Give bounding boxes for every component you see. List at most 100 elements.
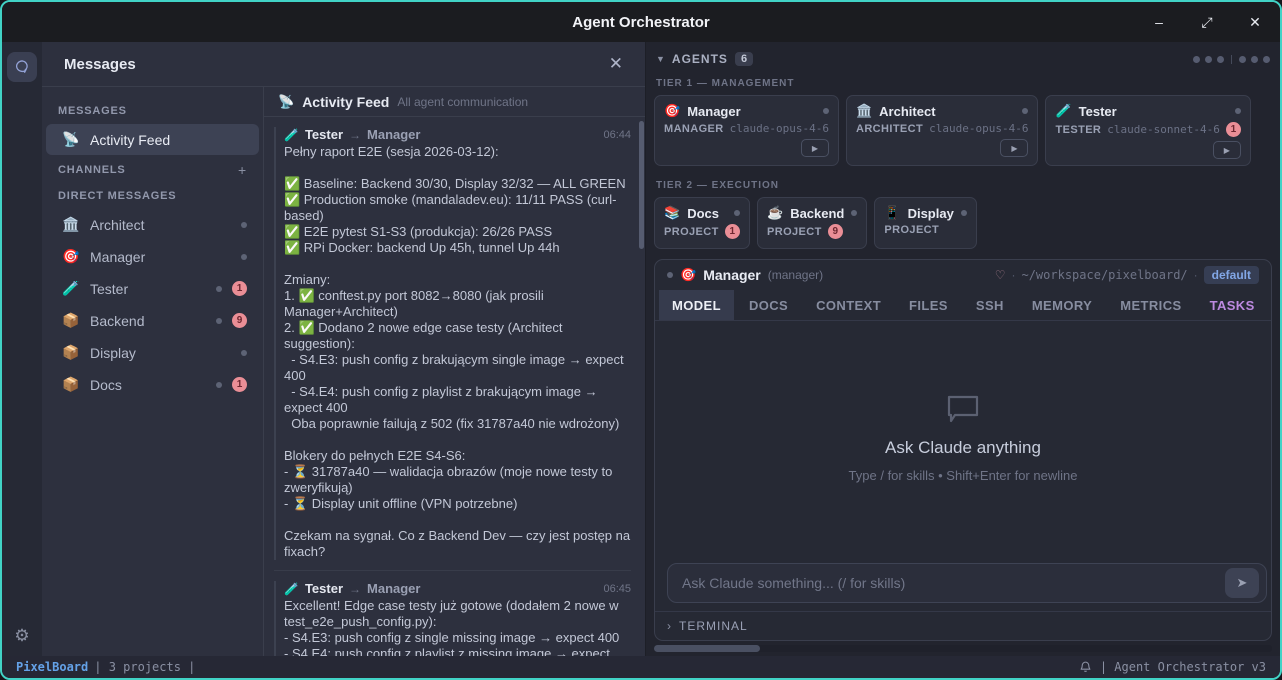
agent-role: PROJECT [767,226,822,238]
version-label: | Agent Orchestrator v3 [1100,660,1266,674]
bell-icon[interactable] [1079,660,1092,674]
unread-badge: 1 [1226,122,1241,137]
heart-icon[interactable]: ♡ [995,268,1006,282]
agent-detail-header: 🎯 Manager (manager) ♡ · ~/workspace/pixe… [655,260,1271,290]
collapse-caret-icon[interactable]: ▼ [656,54,665,64]
message-timestamp: 06:45 [603,583,631,595]
add-channel-button[interactable]: + [238,162,247,178]
dm-section-label: DIRECT MESSAGES [42,184,263,208]
panel-dots-controls [1193,55,1270,64]
agent-name: Architect [879,104,935,119]
tab-docs[interactable]: DOCS [736,290,801,320]
agent-role: MANAGER [664,123,724,135]
agents-count-badge: 6 [735,52,753,66]
tab-ssh[interactable]: SSH [963,290,1017,320]
dot-button[interactable] [1205,56,1212,63]
feed-title: Activity Feed [302,94,389,110]
settings-gear-icon[interactable]: ⚙ [14,626,29,646]
sidebar-item-architect[interactable]: 🏛️ Architect [46,209,259,240]
dot-button[interactable] [1251,56,1258,63]
title-bar: Agent Orchestrator – ⤢ ✕ [2,2,1280,42]
coffee-icon: ☕ [767,205,783,221]
play-button[interactable]: ▶ [1213,141,1241,159]
backend-icon: 📦 [62,312,80,329]
messages-close-icon[interactable]: ✕ [609,54,623,74]
agent-name: Manager [687,104,740,119]
status-bar-right: | Agent Orchestrator v3 [1079,660,1266,674]
ask-claude-input[interactable] [667,563,1267,603]
tab-tasks[interactable]: TASKS [1197,290,1268,320]
horizontal-scrollbar-thumb[interactable] [654,645,760,652]
presence-dot [216,318,222,324]
feed-scrollbar-thumb[interactable] [639,121,644,249]
tester-icon: 🧪 [62,280,80,297]
agent-model: claude-opus-4-6 [730,122,829,135]
tier2-label: TIER 2 — EXECUTION [654,176,1272,197]
agent-card-architect[interactable]: 🏛️ Architect ARCHITECT claude-opus-4-6 ▶ [846,95,1039,166]
agent-card-manager[interactable]: 🎯 Manager MANAGER claude-opus-4-6 ▶ [654,95,839,166]
close-button[interactable]: ✕ [1244,14,1266,31]
message-sender: Tester [305,581,343,596]
messages-nav-button[interactable] [7,52,37,82]
tab-metrics[interactable]: METRICS [1107,290,1194,320]
agent-card-tester[interactable]: 🧪 Tester TESTER claude-sonnet-4-6 1 ▶ [1045,95,1250,166]
sidebar-item-activity-feed[interactable]: 📡 Activity Feed [46,124,259,155]
docs-icon: 📦 [62,376,80,393]
feed-message-list[interactable]: 🧪 Tester → Manager 06:44 Pełny raport E2… [264,117,645,656]
agent-name: Backend [790,206,844,221]
agent-role: PROJECT [664,226,719,238]
send-button[interactable]: ➤ [1225,568,1259,598]
tab-files[interactable]: FILES [896,290,961,320]
sidebar-item-manager[interactable]: 🎯 Manager [46,241,259,272]
feed-message: 🧪 Tester → Manager 06:45 Excellent! Edge… [274,581,631,656]
dot-button[interactable] [1193,56,1200,63]
dot-button[interactable] [1217,56,1224,63]
sidebar-item-backend[interactable]: 📦 Backend 9 [46,305,259,336]
message-body: Excellent! Edge case testy już gotowe (d… [284,598,631,656]
agent-detail-panel: 🎯 Manager (manager) ♡ · ~/workspace/pixe… [654,259,1272,641]
sidebar-item-display[interactable]: 📦 Display [46,337,259,368]
dot-button[interactable] [1239,56,1246,63]
tab-memory[interactable]: MEMORY [1019,290,1105,320]
env-badge[interactable]: default [1204,266,1259,284]
agents-header: ▼ AGENTS 6 [654,50,1272,74]
sidebar-item-docs[interactable]: 📦 Docs 1 [46,369,259,400]
sidebar-item-label: Display [90,345,136,361]
tier1-label: TIER 1 — MANAGEMENT [654,74,1272,95]
feed-message: 🧪 Tester → Manager 06:44 Pełny raport E2… [274,127,631,560]
horizontal-scrollbar[interactable] [654,645,1272,652]
dot-button[interactable] [1263,56,1270,63]
maximize-button[interactable]: ⤢ [1196,14,1218,31]
terminal-toggle[interactable]: › TERMINAL [655,611,1271,640]
sidebar-item-label: Architect [90,217,144,233]
dots-divider [1231,55,1232,64]
agent-detail-role: (manager) [768,268,823,282]
message-sender: Tester [305,127,343,142]
agent-card-docs[interactable]: 📚 Docs PROJECT 1 [654,197,750,249]
messages-panel: Messages ✕ MESSAGES 📡 Activity Feed CHAN… [42,42,646,656]
play-button[interactable]: ▶ [1000,139,1028,157]
minimize-button[interactable]: – [1148,14,1170,30]
agent-role: TESTER [1055,124,1101,136]
speech-bubble-icon [946,394,980,424]
display-icon: 📦 [62,344,80,361]
workspace-path: ~/workspace/pixelboard/ [1021,268,1187,282]
phone-icon: 📱 [884,205,900,221]
channels-label-text: CHANNELS [58,164,126,176]
agent-card-display[interactable]: 📱 Display PROJECT [874,197,976,249]
agent-model: claude-sonnet-4-6 [1107,123,1220,136]
message-timestamp: 06:44 [603,129,631,141]
tab-context[interactable]: CONTEXT [803,290,894,320]
presence-dot [216,286,222,292]
unread-badge: 1 [232,281,247,296]
chat-bubble-icon [14,59,31,76]
activity-feed: 📡 Activity Feed All agent communication … [264,87,645,656]
tab-audit[interactable]: AUDIT [1270,290,1272,320]
agents-label: AGENTS [672,52,728,66]
tab-model[interactable]: MODEL [659,290,734,320]
sidebar-item-tester[interactable]: 🧪 Tester 1 [46,273,259,304]
status-bar: PixelBoard | 3 projects | | Agent Orches… [2,656,1280,678]
agent-card-backend[interactable]: ☕ Backend PROJECT 9 [757,197,867,249]
chat-empty-state: Ask Claude anything Type / for skills • … [655,321,1271,555]
play-button[interactable]: ▶ [801,139,829,157]
